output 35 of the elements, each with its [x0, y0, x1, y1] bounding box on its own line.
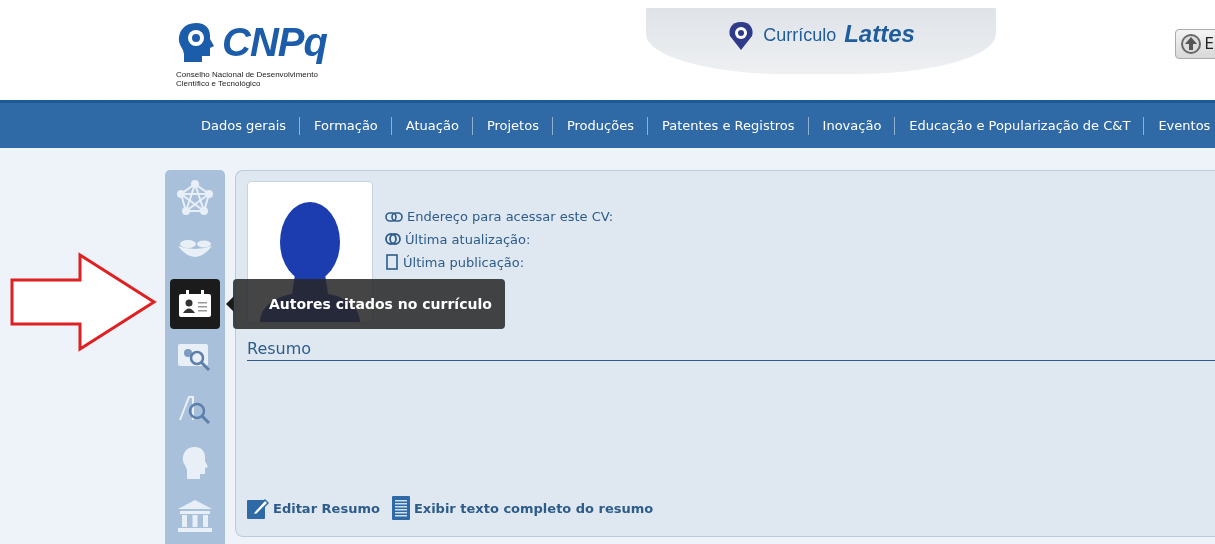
refresh-icon [385, 231, 401, 247]
info-label: Última atualização: [405, 231, 531, 247]
section-title: Resumo [247, 339, 1215, 361]
text-search-icon [178, 394, 212, 426]
summary-link[interactable]: Exibir texto completo do resumo [391, 496, 654, 520]
nav-link[interactable]: Projetos [471, 116, 552, 135]
document-icon [391, 496, 410, 520]
document-icon [385, 254, 399, 270]
contact-card-icon [178, 290, 212, 318]
info-label: Endereço para acessar este CV: [407, 209, 614, 224]
nav-link[interactable]: Inovação [807, 116, 895, 135]
nav-link[interactable]: Educação e Popularização de C&T [894, 116, 1144, 135]
profile-search-icon [177, 341, 213, 373]
nav-link[interactable]: Dados gerais [200, 116, 300, 135]
head-icon [180, 445, 210, 481]
info-label: Última publicação: [403, 254, 525, 270]
nav-link[interactable]: Patentes e Registros [646, 116, 808, 135]
nav-link[interactable]: Eventos [1143, 116, 1215, 135]
banner-title: Currículo [763, 25, 837, 46]
pin-icon [727, 20, 756, 52]
logo-subtitle: Conselho Nacional de Desenvolvimento Científico e Tecnológico [176, 70, 318, 88]
nav-link[interactable]: Atuação [390, 116, 472, 135]
network-icon [177, 180, 213, 216]
link-icon [385, 210, 403, 223]
building-icon [177, 499, 213, 533]
sidebar-item[interactable] [170, 279, 220, 329]
nav-link[interactable]: Formação [299, 116, 391, 135]
up-arrow-icon [1179, 33, 1202, 55]
tooltip: Autores citados no currículo [233, 279, 505, 329]
banner-title: Lattes [844, 20, 915, 48]
logo-text: CNPq [222, 20, 327, 64]
summary-link[interactable]: Editar Resumo [247, 496, 380, 520]
nav-link[interactable]: Produções [551, 116, 647, 135]
edit-icon [247, 497, 269, 519]
language-button[interactable]: E [1174, 29, 1215, 59]
